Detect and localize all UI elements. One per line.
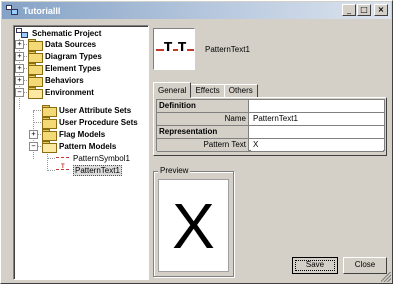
property-value-name[interactable]: PatternText1 <box>251 113 383 125</box>
tab-effects[interactable]: Effects <box>190 84 225 98</box>
expand-icon[interactable]: + <box>15 64 24 73</box>
tree-node-label: Behaviors <box>45 75 84 85</box>
tree-node-label: PatternSymbol1 <box>73 153 130 163</box>
maximize-button[interactable]: □ <box>357 4 371 16</box>
tree-node-diagram-types[interactable]: Diagram Types <box>28 50 102 63</box>
tab-others[interactable]: Others <box>223 84 258 98</box>
tree-node-label: Environment <box>45 87 94 97</box>
resize-grip-icon[interactable] <box>381 272 391 282</box>
expand-icon[interactable]: + <box>15 40 24 49</box>
grid-category-row: Representation <box>157 126 384 139</box>
tree-node-element-types[interactable]: Element Types <box>28 62 101 75</box>
project-tree[interactable]: Schematic Project + Data Sources + Diagr… <box>13 25 149 280</box>
preview-box: X <box>158 179 229 272</box>
property-grid: Definition Name PatternText1 Representat… <box>156 99 385 152</box>
category-definition: Definition <box>157 100 249 112</box>
close-window-button[interactable]: × <box>374 4 388 16</box>
folder-icon <box>42 129 57 141</box>
tree-node-label: Flag Models <box>59 129 106 139</box>
tree-node-behaviors[interactable]: Behaviors <box>28 74 84 87</box>
pattern-text-large-icon: T T <box>153 28 195 70</box>
folder-icon <box>28 63 43 75</box>
collapse-icon[interactable]: − <box>15 88 24 97</box>
expand-icon[interactable]: + <box>29 130 38 139</box>
tree-node-pattern-symbol[interactable]: PatternSymbol1 <box>56 152 130 164</box>
expand-icon[interactable]: + <box>15 52 24 61</box>
icon-glyph: T <box>164 40 173 54</box>
pattern-text-icon <box>56 164 70 174</box>
tab-general[interactable]: General <box>153 82 192 98</box>
folder-icon <box>28 39 43 51</box>
collapse-icon[interactable]: − <box>29 142 38 151</box>
title-bar[interactable]: TutorialII _ □ × <box>2 2 391 19</box>
property-label-pattern-text: Pattern Text <box>157 139 249 151</box>
selected-item-name: PatternText1 <box>205 45 250 54</box>
open-folder-icon <box>42 141 57 153</box>
category-representation: Representation <box>157 126 249 138</box>
tree-node-environment[interactable]: Environment <box>28 86 94 99</box>
preview-label: Preview <box>158 166 191 175</box>
grid-row-pattern-text[interactable]: Pattern Text X <box>157 139 384 152</box>
preview-text: X <box>172 189 215 262</box>
expand-icon[interactable]: + <box>15 76 24 85</box>
tree-node-pattern-text[interactable]: PatternText1 <box>56 164 122 176</box>
save-button[interactable]: Save <box>292 257 338 274</box>
tree-node-label: Pattern Models <box>59 141 117 151</box>
tab-strip: General Effects Others <box>153 82 258 98</box>
folder-icon <box>42 105 57 117</box>
property-value-pattern-text[interactable]: X <box>251 139 383 151</box>
tree-node-label: Diagram Types <box>45 51 102 61</box>
tree-node-label: User Procedure Sets <box>59 117 138 127</box>
tree-node-label: User Attribute Sets <box>59 105 132 115</box>
pattern-symbol-icon <box>56 154 70 162</box>
tree-node-pattern-models[interactable]: Pattern Models <box>42 140 117 153</box>
tree-node-label: Schematic Project <box>32 28 102 38</box>
icon-glyph: T <box>178 40 187 54</box>
tree-node-data-sources[interactable]: Data Sources <box>28 38 97 51</box>
folder-icon <box>28 51 43 63</box>
grid-row-name[interactable]: Name PatternText1 <box>157 113 384 126</box>
app-icon <box>6 5 19 16</box>
tree-node-user-attribute-sets[interactable]: User Attribute Sets <box>42 104 132 117</box>
window-title: TutorialII <box>23 5 61 16</box>
tree-node-label: Element Types <box>45 63 101 73</box>
project-icon <box>16 27 29 39</box>
tree-node-label: Data Sources <box>45 39 97 49</box>
folder-icon <box>28 75 43 87</box>
tree-node-flag-models[interactable]: Flag Models <box>42 128 106 141</box>
tree-node-label: PatternText1 <box>73 164 122 176</box>
property-label-name: Name <box>157 113 249 125</box>
grid-category-row: Definition <box>157 100 384 113</box>
open-folder-icon <box>28 87 43 99</box>
folder-icon <box>42 117 57 129</box>
minimize-button[interactable]: _ <box>342 4 356 16</box>
tree-node-user-procedure-sets[interactable]: User Procedure Sets <box>42 116 138 129</box>
